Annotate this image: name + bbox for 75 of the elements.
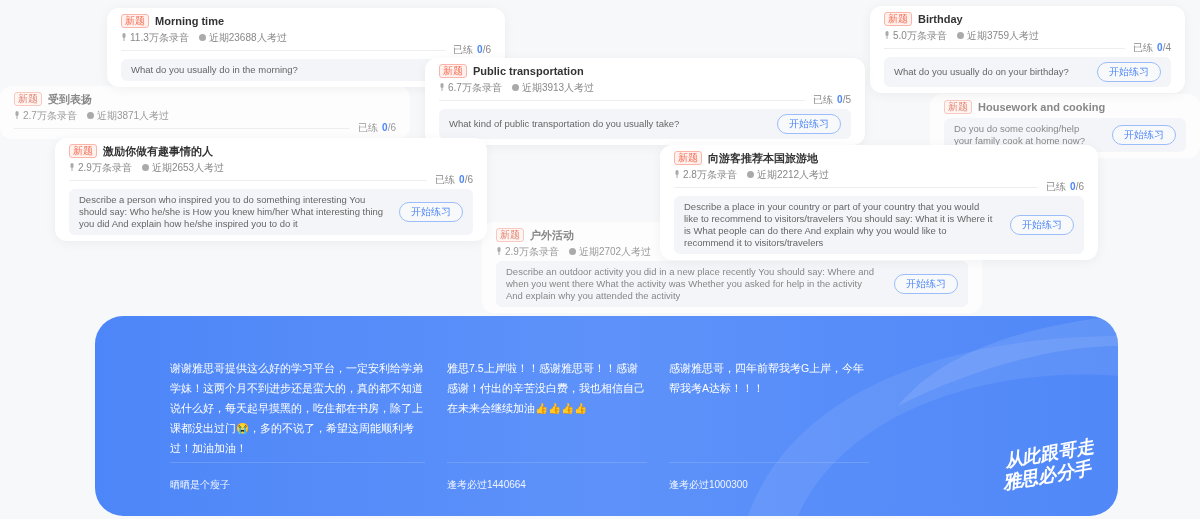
progress-count: 0/6 — [382, 123, 396, 133]
card-title: Public transportation — [473, 63, 584, 79]
microphone-icon — [884, 31, 890, 39]
microphone-icon — [439, 83, 445, 91]
tag-label: 新题 — [674, 151, 702, 165]
recording-count: 2.8万条录音 — [683, 167, 737, 182]
recording-count: 5.0万条录音 — [893, 28, 947, 43]
dot-icon — [86, 111, 94, 119]
dot-icon — [141, 163, 149, 171]
question-text: What kind of public transportation do you usually take? — [449, 118, 681, 130]
progress-count: 0/5 — [837, 95, 851, 105]
start-practice-button[interactable]: 开始练习 — [1112, 125, 1176, 145]
recording-count: 11.3万条录音 — [130, 30, 189, 45]
recording-count: 2.9万条录音 — [78, 160, 132, 175]
card-title: Housework and cooking — [978, 99, 1106, 115]
progress-label: 已练 — [813, 95, 834, 105]
dot-icon — [568, 247, 576, 255]
progress-label: 已练 — [435, 175, 456, 185]
dot-icon — [956, 31, 964, 39]
dot-icon — [746, 170, 754, 178]
testimonial-author: 逢考必过1000300 — [669, 478, 749, 492]
card-title: 激励你做有趣事情的人 — [103, 143, 213, 159]
microphone-icon — [14, 111, 20, 119]
question-text: Do you do some cooking/help your family cook at home now? — [954, 123, 1086, 147]
start-practice-button[interactable]: 开始练习 — [777, 114, 841, 134]
question-text: Describe a place in your country or part of your country that you would like to recommend to visitors/travelers You should say: What it is Where it is What people can do there And explain why you would like to recommend it to visitors/travelers — [684, 201, 994, 249]
tag-label: 新题 — [121, 14, 149, 28]
progress-count: 0/6 — [477, 45, 491, 55]
card-title: 向游客推荐本国旅游地 — [708, 150, 818, 166]
testimonial-author: 逢考必过1440664 — [447, 478, 527, 492]
card-title: Morning time — [155, 13, 225, 29]
tag-label: 新题 — [884, 12, 912, 26]
start-practice-button[interactable]: 开始练习 — [399, 202, 463, 222]
progress-count: 0/6 — [1070, 182, 1084, 192]
testimonial-author: 晒晒是个瘦子 — [170, 478, 231, 492]
tag-label: 新题 — [439, 64, 467, 78]
taker-count: 近期3759人考过 — [966, 28, 1040, 43]
microphone-icon — [121, 33, 127, 41]
card-title: 受到表扬 — [48, 91, 92, 107]
recording-count: 6.7万条录音 — [448, 80, 502, 95]
question-text: What do you usually do on your birthday? — [894, 66, 1070, 78]
testimonial-text: 感谢雅思哥，四年前帮我考G上岸，今年帮我考A达标！！！ — [669, 361, 866, 396]
taker-count: 近期2653人考过 — [151, 160, 225, 175]
tag-label: 新题 — [14, 92, 42, 106]
recording-count: 2.7万条录音 — [23, 108, 77, 123]
taker-count: 近期2702人考过 — [578, 244, 652, 259]
progress-label: 已练 — [1046, 182, 1067, 192]
question-text: Describe a person who inspired you to do something interesting You should say: Who he/she is How you knew him/her What interesting thing you did And explain how he/she inspired you to do it — [79, 194, 385, 230]
question-text: What do you usually do in the morning? — [131, 64, 298, 76]
taker-count: 近期3871人考过 — [96, 108, 170, 123]
tag-label: 新题 — [69, 144, 97, 158]
recording-count: 2.9万条录音 — [505, 244, 559, 259]
progress-label: 已练 — [358, 123, 379, 133]
card-title: Birthday — [918, 11, 963, 27]
question-text: Describe an outdoor activity you did in a new place recently You should say: Where and when you went there What the activity was Whether you asked for help in the activity And explain why you attended the activity — [506, 266, 876, 302]
progress-count: 0/4 — [1157, 43, 1171, 53]
testimonial-text: 雅思7.5上岸啦！！感谢雅思哥！！感谢感谢！付出的辛苦没白费，我也相信自己在未来会继续加油👍👍👍👍 — [447, 361, 646, 416]
dot-icon — [511, 83, 519, 91]
microphone-icon — [674, 170, 680, 178]
taker-count: 近期3913人考过 — [521, 80, 595, 95]
taker-count: 近期23688人考过 — [208, 30, 287, 45]
start-practice-button[interactable]: 开始练习 — [894, 274, 958, 294]
progress-label: 已练 — [1133, 43, 1154, 53]
tag-label: 新题 — [944, 100, 972, 114]
card-title: 户外活动 — [530, 227, 574, 243]
progress-count: 0/6 — [459, 175, 473, 185]
tag-label: 新题 — [496, 228, 524, 242]
microphone-icon — [496, 247, 502, 255]
microphone-icon — [69, 163, 75, 171]
dot-icon — [198, 33, 206, 41]
testimonial-text: 谢谢雅思哥提供这么好的学习平台，一定安利给学弟学妹！这两个月不到进步还是蛮大的，真的都不知道说什么好，每天起早摸黑的，吃住都在书房，除了上课都没出过门😭，多的不说了，希望这周能顺利考过！加油加油！ — [170, 361, 424, 456]
progress-label: 已练 — [453, 45, 474, 55]
start-practice-button[interactable]: 开始练习 — [1010, 215, 1074, 235]
taker-count: 近期2212人考过 — [756, 167, 830, 182]
start-practice-button[interactable]: 开始练习 — [1097, 62, 1161, 82]
